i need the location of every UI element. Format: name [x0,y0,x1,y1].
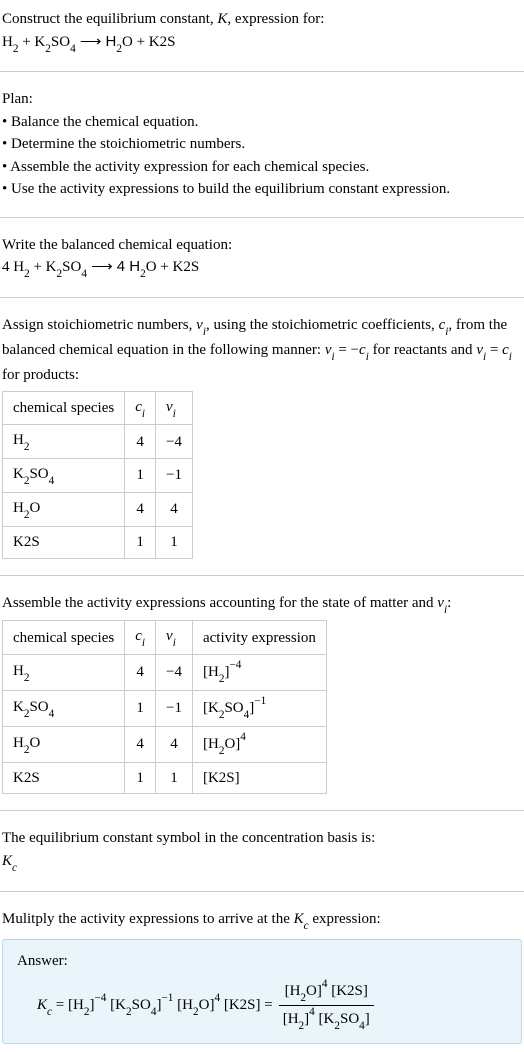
kc-expression: Kc = [H2]−4 [K2SO4]−1 [H2O]4 [K2S] = [H2… [17,978,507,1033]
table-header-row: chemical species ci νi [3,391,193,425]
plan-item-4: • Use the activity expressions to build … [2,178,522,201]
symbol-text: The equilibrium constant symbol in the c… [2,827,522,850]
k-symbol: K [217,11,227,27]
answer-box: Answer: Kc = [H2]−4 [K2SO4]−1 [H2O]4 [K2… [2,939,522,1044]
divider [0,297,524,298]
unbalanced-equation: H2 + K2SO4 ⟶ H2O + K2S [2,34,175,50]
stoich-section: Assign stoichiometric numbers, νi, using… [0,306,524,566]
balanced-heading: Write the balanced chemical equation: [2,234,522,257]
plan-section: Plan: • Balance the chemical equation. •… [0,80,524,209]
divider [0,810,524,811]
divider [0,891,524,892]
table-row: K2S 1 1 [K2S] [3,762,327,794]
table-row: K2SO4 1 −1 [3,459,193,493]
divider [0,71,524,72]
table-row: K2S 1 1 [3,527,193,559]
plan-heading: Plan: [2,88,522,111]
kc-symbol: K [2,853,12,869]
divider [0,575,524,576]
balanced-section: Write the balanced chemical equation: 4 … [0,226,524,289]
table-row: H2O 4 4 [3,493,193,527]
prompt: Construct the equilibrium constant, K, e… [0,0,524,63]
table-row: H2 4 −4 [3,425,193,459]
stoich-table: chemical species ci νi H2 4 −4 K2SO4 1 −… [2,391,193,559]
table-header-row: chemical species ci νi activity expressi… [3,621,327,655]
table-row: H2 4 −4 [H2]−4 [3,655,327,691]
prompt-text: Construct the equilibrium constant, [2,11,217,27]
table-row: H2O 4 4 [H2O]4 [3,727,327,763]
activity-section: Assemble the activity expressions accoun… [0,584,524,803]
fraction: [H2O]4 [K2S] [H2]4 [K2SO4] [279,978,374,1033]
symbol-section: The equilibrium constant symbol in the c… [0,819,524,882]
assign-text: Assign stoichiometric numbers, [2,317,196,333]
balanced-equation: 4 H2 + K2SO4 ⟶ 4 H2O + K2S [2,259,199,275]
table-row: K2SO4 1 −1 [K2SO4]−1 [3,691,327,727]
prompt-text-b: , expression for: [227,11,324,27]
col-nui: νi [156,391,193,425]
answer-label: Answer: [17,950,507,973]
plan-item-2: • Determine the stoichiometric numbers. [2,133,522,156]
multiply-section: Mulitply the activity expressions to arr… [0,900,524,1052]
activity-table: chemical species ci νi activity expressi… [2,620,327,794]
plan-item-1: • Balance the chemical equation. [2,111,522,134]
col-species: chemical species [3,391,125,425]
divider [0,217,524,218]
col-ci: ci [125,391,156,425]
plan-item-3: • Assemble the activity expression for e… [2,156,522,179]
